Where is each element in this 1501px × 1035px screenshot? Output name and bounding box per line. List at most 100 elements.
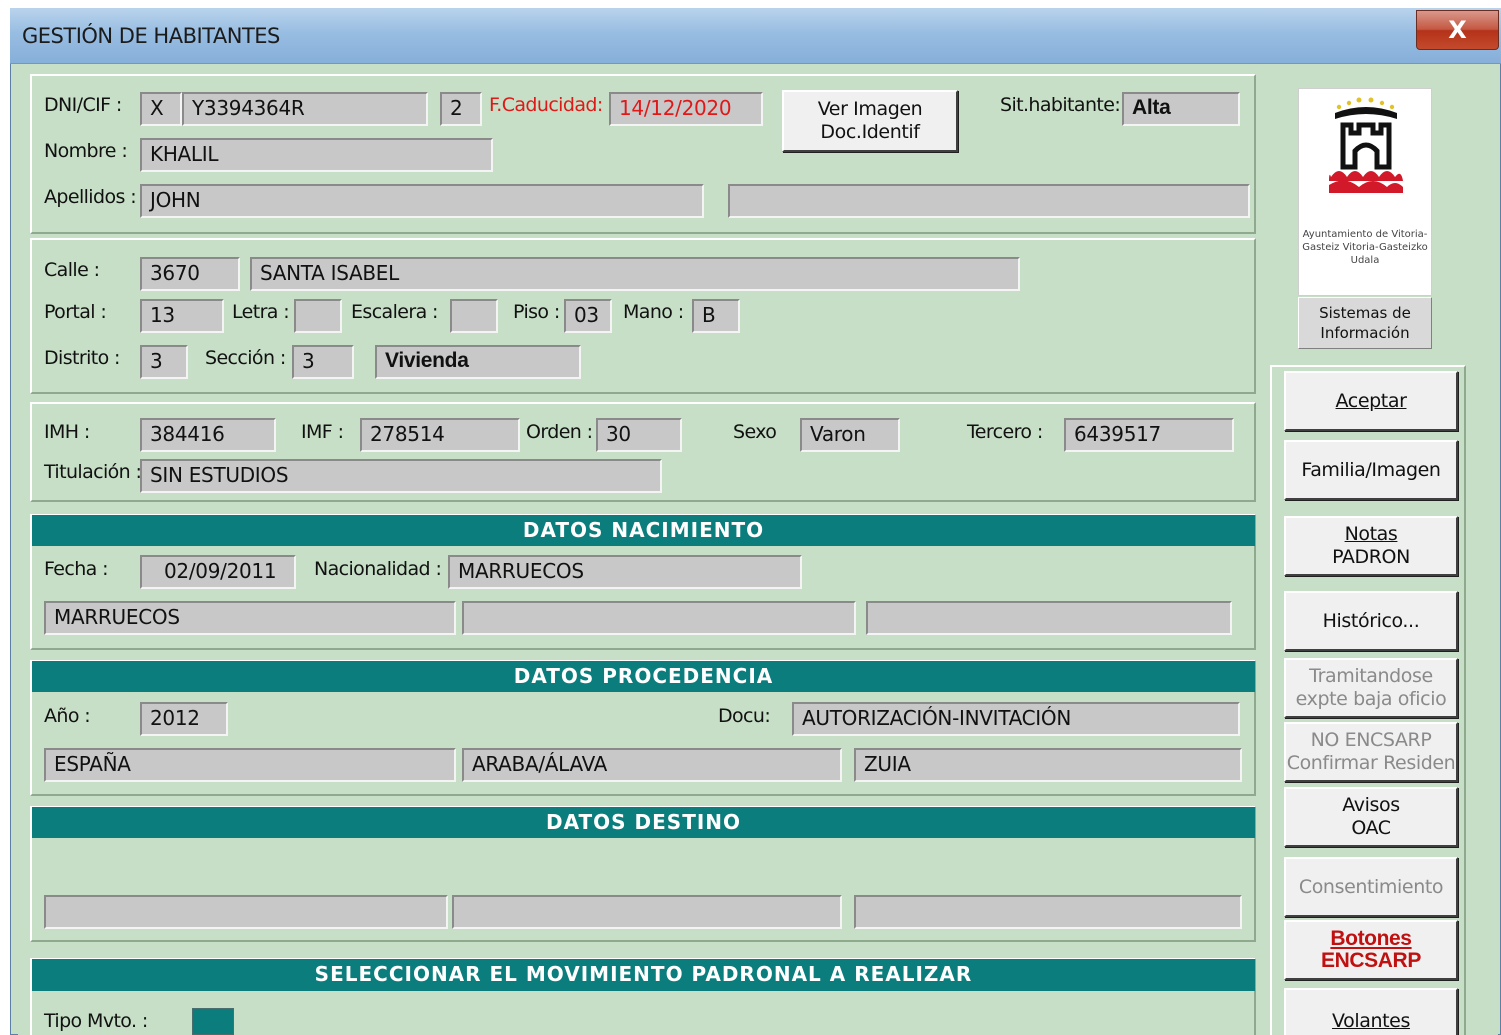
nacionalidad-field[interactable]: MARRUECOS <box>448 555 802 589</box>
portal-field[interactable]: 13 <box>140 299 224 333</box>
tercero-label: Tercero : <box>967 421 1043 443</box>
consentimiento-label: Consentimiento <box>1298 875 1444 898</box>
distrito-label: Distrito : <box>44 347 120 369</box>
aceptar-label: Aceptar <box>1335 389 1407 412</box>
avisos-oac-button[interactable]: Avisos OAC <box>1284 787 1458 847</box>
distrito-field[interactable]: 3 <box>140 345 188 379</box>
familia-label: Familia/Imagen <box>1301 458 1441 481</box>
dni-number-field[interactable]: Y3394364R <box>182 92 428 126</box>
consentimiento-button[interactable]: Consentimiento <box>1284 857 1458 917</box>
titulacion-label: Titulación : <box>44 461 142 483</box>
nacionalidad-label: Nacionalidad : <box>314 558 442 580</box>
avisos-line1: Avisos <box>1342 794 1400 816</box>
destino-field-1[interactable] <box>44 895 448 929</box>
orden-label: Orden : <box>526 421 593 443</box>
orden-field[interactable]: 30 <box>596 418 682 452</box>
notas-line1: Notas <box>1344 523 1398 545</box>
sistemas-line2: Información <box>1320 324 1410 342</box>
docu-field[interactable]: AUTORIZACIÓN-INVITACIÓN <box>792 702 1240 736</box>
lugar-nacimiento-field-2[interactable] <box>462 601 856 635</box>
anio-field[interactable]: 2012 <box>140 702 228 736</box>
nombre-field[interactable]: KHALIL <box>140 138 493 172</box>
procedencia-provincia-field[interactable]: ARABA/ÁLAVA <box>462 748 842 782</box>
mano-label: Mano : <box>623 301 684 323</box>
botones-line1: Botones <box>1330 927 1412 950</box>
fecha-label: Fecha : <box>44 558 109 580</box>
botones-line2: ENCSARP <box>1321 949 1421 972</box>
noencsarp-line2: Confirmar Residen <box>1286 752 1456 774</box>
familia-imagen-button[interactable]: Familia/Imagen <box>1284 440 1458 500</box>
botones-encsarp-button[interactable]: Botones ENCSARP <box>1284 920 1458 980</box>
mano-field[interactable]: B <box>692 299 740 333</box>
noencsarp-line1: NO ENCSARP <box>1310 729 1432 751</box>
volantes-label: Volantes <box>1332 1010 1410 1032</box>
nacimiento-header: DATOS NACIMIENTO <box>32 515 1255 546</box>
titulacion-field[interactable]: SIN ESTUDIOS <box>140 459 662 493</box>
tercero-field[interactable]: 6439517 <box>1064 418 1234 452</box>
piso-label: Piso : <box>513 301 560 323</box>
dni-sequence-field[interactable]: 2 <box>440 92 482 126</box>
calle-name-field[interactable]: SANTA ISABEL <box>250 257 1020 291</box>
seccion-field[interactable]: 3 <box>292 345 354 379</box>
tipo-mvto-label: Tipo Mvto. : <box>44 1010 148 1032</box>
dni-type-field[interactable]: X <box>140 92 182 126</box>
sexo-label: Sexo <box>733 421 777 443</box>
sit-habitante-label: Sit.habitante: <box>1000 94 1121 116</box>
destino-field-3[interactable] <box>854 895 1242 929</box>
lugar-nacimiento-field-3[interactable] <box>866 601 1232 635</box>
logo-caption: Ayuntamiento de Vitoria-Gasteiz Vitoria-… <box>1302 229 1428 266</box>
sistemas-line1: Sistemas de <box>1319 304 1411 322</box>
close-button[interactable]: X <box>1416 10 1499 50</box>
imf-label: IMF : <box>301 421 344 443</box>
imf-field[interactable]: 278514 <box>360 418 520 452</box>
procedencia-pais-field[interactable]: ESPAÑA <box>44 748 456 782</box>
ver-imagen-button[interactable]: Ver Imagen Doc.Identif <box>782 90 958 152</box>
notas-padron-button[interactable]: Notas PADRON <box>1284 516 1458 576</box>
avisos-line2: OAC <box>1351 817 1391 839</box>
destino-header: DATOS DESTINO <box>32 807 1255 838</box>
lugar-nacimiento-field-1[interactable]: MARRUECOS <box>44 601 456 635</box>
portal-label: Portal : <box>44 301 107 323</box>
tramitandose-line1: Tramitandose <box>1309 665 1433 687</box>
aceptar-button[interactable]: Aceptar <box>1284 371 1458 431</box>
apellido1-field[interactable]: JOHN <box>140 184 704 218</box>
letra-field[interactable] <box>294 299 342 333</box>
procedencia-municipio-field[interactable]: ZUIA <box>854 748 1242 782</box>
caducidad-label: F.Caducidad: <box>489 94 603 116</box>
anio-label: Año : <box>44 705 91 727</box>
docu-label: Docu: <box>718 705 771 727</box>
historico-label: Histórico... <box>1322 609 1420 632</box>
window-title: GESTIÓN DE HABITANTES <box>22 24 280 48</box>
tipo-mvto-selector[interactable] <box>192 1008 234 1035</box>
imh-label: IMH : <box>44 421 90 443</box>
caducidad-field[interactable]: 14/12/2020 <box>609 92 763 126</box>
sistemas-informacion-label: Sistemas de Información <box>1298 297 1432 349</box>
apellidos-label: Apellidos : <box>44 186 137 208</box>
tramitandose-line2: expte baja oficio <box>1295 688 1447 710</box>
sexo-field[interactable]: Varon <box>800 418 900 452</box>
calle-code-field[interactable]: 3670 <box>140 257 240 291</box>
letra-label: Letra : <box>232 301 290 323</box>
historico-button[interactable]: Histórico... <box>1284 591 1458 651</box>
escalera-field[interactable] <box>450 299 498 333</box>
ver-imagen-line1: Ver Imagen <box>817 98 923 120</box>
movimiento-header: SELECCIONAR EL MOVIMIENTO PADRONAL A REA… <box>32 959 1255 991</box>
imh-field[interactable]: 384416 <box>140 418 276 452</box>
destino-field-2[interactable] <box>452 895 842 929</box>
seccion-label: Sección : <box>205 347 286 369</box>
calle-label: Calle : <box>44 259 100 281</box>
sit-habitante-field[interactable]: Alta <box>1122 92 1240 126</box>
ver-imagen-line2: Doc.Identif <box>820 121 920 143</box>
procedencia-header: DATOS PROCEDENCIA <box>32 661 1255 692</box>
nombre-label: Nombre : <box>44 140 128 162</box>
apellido2-field[interactable] <box>728 184 1250 218</box>
no-encsarp-button[interactable]: NO ENCSARP Confirmar Residen <box>1284 722 1458 782</box>
tramitandose-button[interactable]: Tramitandose expte baja oficio <box>1284 658 1458 718</box>
fecha-nacimiento-field[interactable]: 02/09/2011 <box>140 555 296 589</box>
notas-line2: PADRON <box>1332 546 1410 568</box>
volantes-button[interactable]: Volantes <box>1284 988 1458 1035</box>
coat-of-arms-icon <box>1329 97 1403 193</box>
escalera-label: Escalera : <box>351 301 438 323</box>
tipo-vivienda-field[interactable]: Vivienda <box>375 345 581 379</box>
piso-field[interactable]: 03 <box>564 299 612 333</box>
